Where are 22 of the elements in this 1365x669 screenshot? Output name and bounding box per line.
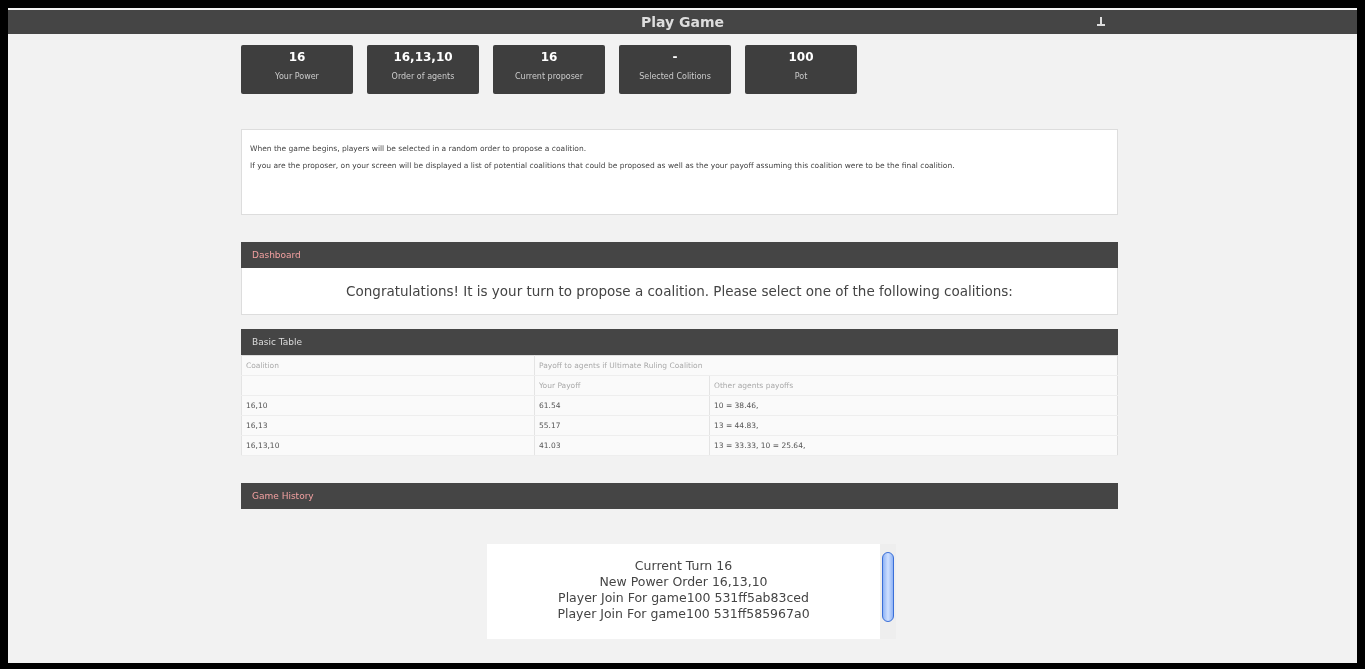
panel-title: Basic Table: [252, 337, 302, 347]
scrollbar[interactable]: [880, 544, 896, 639]
stat-label: Order of agents: [391, 72, 455, 81]
stat-label: Pot: [794, 72, 808, 81]
panel-title: Dashboard: [252, 250, 301, 260]
stat-label: Selected Colitions: [639, 72, 711, 81]
page-title: Play Game: [640, 14, 725, 30]
panel-title: Game History: [252, 491, 314, 501]
log-line: Player Join For game100 531ff585967a0: [557, 606, 810, 622]
stat-value: -: [672, 50, 678, 64]
scroll-thumb[interactable]: [882, 552, 894, 622]
log-line: Current Turn 16: [634, 558, 733, 574]
stat-label: Your Power: [275, 72, 319, 81]
stat-value: 16: [288, 50, 306, 64]
stat-value: 100: [788, 50, 814, 64]
user-icon[interactable]: [1097, 17, 1105, 27]
stat-value: 16: [540, 50, 558, 64]
log-line: Player Join For game100 531ff5ab83ced: [558, 590, 809, 606]
stat-label: Current proposer: [515, 72, 583, 81]
log-line: New Power Order 16,13,10: [599, 574, 768, 590]
stat-value: 16,13,10: [393, 50, 453, 64]
dashboard-message: Congratulations! It is your turn to propose a coalition. Please select one of the following coalitions:: [346, 283, 1013, 299]
